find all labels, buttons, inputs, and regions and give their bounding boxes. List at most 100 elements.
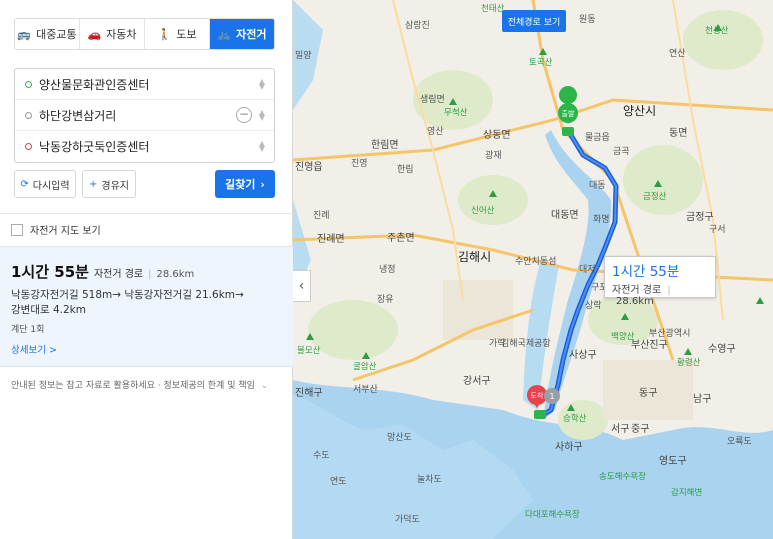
map-label: 양산시 (623, 104, 657, 118)
plus-icon: + (89, 178, 98, 190)
directions-panel: 🚌 대중교통 🚗 자동차 🚶 도보 🚲 자전거 양산물문화관인증센터 ▲ ▼ 하단… (0, 0, 293, 539)
destination-field[interactable]: 낙동강하굿둑인증센터 ▲ ▼ (15, 131, 274, 162)
map-label: 물금읍 (585, 133, 610, 143)
map-label: 불모산 (297, 346, 321, 356)
route-path-line1: 낙동강자전거길 518m→ 낙동강자전거길 21.6km→ (11, 289, 244, 301)
tab-bicycle[interactable]: 🚲 자전거 (210, 19, 274, 49)
route-distance: 28.6km (156, 269, 195, 280)
map-label: 대저 (579, 265, 596, 275)
bike-map-label: 자전거 지도 보기 (30, 226, 101, 237)
drag-handle-icon[interactable]: ▲ ▼ (259, 78, 265, 91)
chevron-down-icon: ⌄ (260, 381, 269, 391)
search-route-label: 길찾기 (225, 178, 256, 191)
start-marker[interactable]: 출발 (558, 86, 578, 136)
add-waypoint-label: 경유지 (101, 180, 129, 192)
callout-duration: 1시간 55분 (612, 264, 680, 280)
map-label: 황령산 (677, 358, 701, 368)
park-area (683, 10, 763, 70)
separator: | (148, 269, 152, 280)
map-label: 눌차도 (417, 475, 442, 485)
waypoint-marker[interactable]: 1 (544, 388, 560, 404)
bus-icon: 🚌 (17, 27, 32, 41)
route-duration: 1시간 55분 (11, 263, 89, 281)
map-label: 구서 (709, 225, 726, 235)
map-label: 화명 (593, 215, 610, 225)
map-label: 주촌면 (387, 233, 415, 244)
drag-handle-icon[interactable]: ▲ ▼ (259, 109, 265, 122)
tab-walk-label: 도보 (176, 28, 197, 41)
route-action-row: ⟳ 다시입력 + 경유지 길찾기 › (14, 170, 275, 198)
map-label: 진영 (351, 159, 368, 169)
destination-dot-icon (25, 143, 32, 150)
remove-waypoint-icon[interactable]: − (236, 107, 252, 123)
route-path: 낙동강자전거길 518m→ 낙동강자전거길 21.6km→ 강변대로 4.2km (11, 288, 282, 318)
end-marker[interactable]: 도착 (527, 385, 547, 419)
transport-mode-tabs: 🚌 대중교통 🚗 자동차 🚶 도보 🚲 자전거 (14, 18, 275, 50)
reset-button[interactable]: ⟳ 다시입력 (14, 170, 76, 198)
bike-map-checkbox[interactable] (11, 223, 23, 236)
map-label: 금정구 (686, 212, 714, 223)
tab-transit[interactable]: 🚌 대중교통 (15, 19, 80, 49)
end-marker-label: 도착 (531, 392, 544, 400)
map-label: 김해시 (458, 250, 492, 264)
disclaimer-notice[interactable]: 안내된 정보는 참고 자료로 활용하세요 · 정보제공의 한계 및 책임 ⌄ (11, 378, 268, 391)
car-icon: 🚗 (87, 27, 102, 41)
park-area (308, 300, 398, 360)
map-label: 김해국제공항 (501, 339, 551, 349)
route-result-card[interactable]: 1시간 55분 자전거 경로 | 28.6km 낙동강자전거길 518m→ 낙동… (0, 246, 293, 367)
map-label: 대동 (589, 181, 606, 191)
callout-type: 자전거 경로 (612, 285, 662, 296)
detail-link-label: 상세보기 (11, 345, 46, 356)
map-label: 광재 (485, 151, 502, 161)
route-input-box: 양산물문화관인증센터 ▲ ▼ 하단강변삼거리 − ▲ ▼ 낙동강하굿둑인증센터 ▲ ▼ (14, 68, 275, 163)
map-label: 수도 (313, 451, 330, 461)
map-label: 가덕도 (395, 515, 420, 525)
origin-dot-icon (25, 80, 32, 88)
map-label: 진영읍 (295, 162, 323, 173)
bike-map-toggle[interactable]: 자전거 지도 보기 (11, 222, 101, 237)
park-area (458, 175, 528, 225)
map-label: 감지해변 (671, 488, 703, 498)
map-label: 토곡산 (529, 58, 553, 68)
map-label: 굴암산 (353, 362, 377, 372)
map-label: 다대포해수욕장 (525, 510, 580, 520)
map-label: 천성산 (705, 26, 729, 36)
chevron-right-icon: > (49, 345, 57, 356)
route-callout[interactable]: 1시간 55분 자전거 경로 | 28.6km (604, 256, 716, 307)
waypoint-field[interactable]: 하단강변삼거리 − ▲ ▼ (15, 100, 274, 131)
map-label: 동구 (639, 388, 658, 399)
waypoint-marker-label: 1 (549, 392, 554, 401)
chevron-left-icon: ‹ (298, 278, 305, 294)
full-route-button[interactable]: 전체경로 보기 (502, 10, 566, 32)
bicycle-icon: 🚲 (217, 27, 232, 41)
map-label: 원동 (579, 15, 596, 25)
refresh-icon: ⟳ (20, 178, 29, 190)
map-label: 냉정 (379, 265, 396, 275)
map-label: 천태산 (481, 4, 505, 14)
park-area (623, 145, 703, 215)
add-waypoint-button[interactable]: + 경유지 (82, 170, 136, 198)
map-label: 대동면 (551, 210, 579, 221)
collapse-panel-button[interactable]: ‹ (293, 270, 311, 302)
map-label: 사상구 (569, 350, 597, 361)
detail-link[interactable]: 상세보기 > (11, 342, 282, 356)
urban-area (443, 280, 513, 340)
origin-text: 양산물문화관인증센터 (39, 77, 150, 92)
highway (293, 98, 773, 162)
map-label: 남구 (693, 394, 712, 405)
waypoint-text: 하단강변삼거리 (39, 108, 117, 123)
origin-field[interactable]: 양산물문화관인증센터 ▲ ▼ (15, 69, 274, 100)
tab-bicycle-label: 자전거 (236, 28, 267, 41)
map-label: 송도해수욕장 (599, 472, 646, 482)
divider (0, 213, 293, 214)
drag-handle-icon[interactable]: ▲ ▼ (259, 140, 265, 153)
map-label: 망산도 (387, 433, 412, 443)
tab-transit-label: 대중교통 (36, 28, 77, 41)
tab-car[interactable]: 🚗 자동차 (80, 19, 145, 49)
search-route-button[interactable]: 길찾기 › (215, 170, 275, 198)
map-label: 삼랑진 (405, 21, 430, 31)
tab-walk[interactable]: 🚶 도보 (145, 19, 210, 49)
tab-car-label: 자동차 (106, 28, 137, 41)
map-label: 진해구 (295, 388, 323, 399)
map-label: 서부산 (353, 385, 378, 395)
